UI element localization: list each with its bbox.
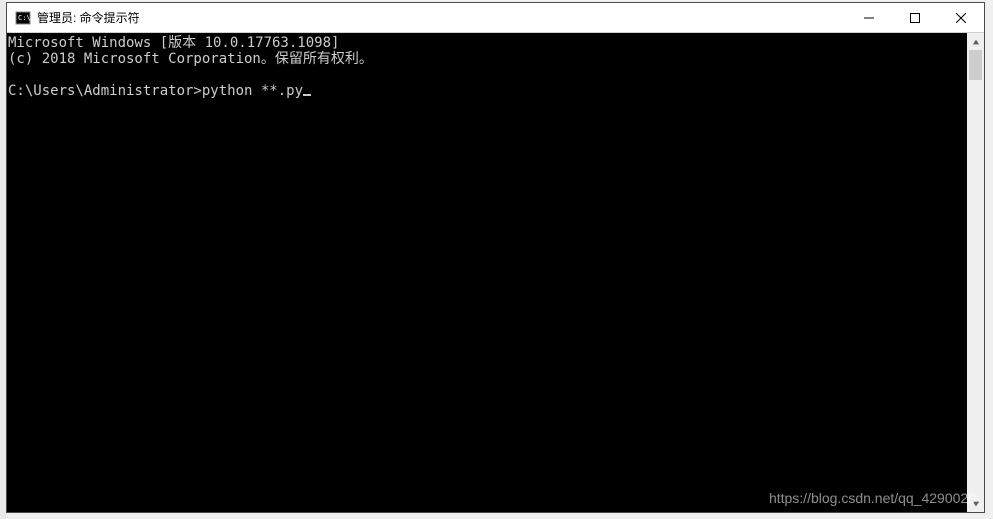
prompt-path: C:\Users\Administrator> [8, 83, 202, 99]
scroll-up-button[interactable] [967, 33, 984, 50]
minimize-button[interactable] [846, 3, 892, 32]
scroll-thumb[interactable] [969, 50, 982, 80]
cmd-window: C:\ 管理员: 命令提示符 Microsoft Windows [版本 10.… [6, 2, 985, 513]
cursor [303, 94, 311, 96]
client-area: Microsoft Windows [版本 10.0.17763.1098] (… [7, 33, 984, 512]
close-button[interactable] [938, 3, 984, 32]
output-line: Microsoft Windows [版本 10.0.17763.1098] [8, 35, 339, 51]
maximize-button[interactable] [892, 3, 938, 32]
vertical-scrollbar[interactable] [967, 33, 984, 512]
scroll-down-button[interactable] [967, 495, 984, 512]
svg-text:C:\: C:\ [18, 14, 31, 22]
scroll-track[interactable] [967, 50, 984, 495]
cmd-icon: C:\ [15, 10, 31, 26]
window-controls [846, 3, 984, 32]
typed-command: python **.py [202, 83, 303, 99]
output-line: (c) 2018 Microsoft Corporation。保留所有权利。 [8, 51, 373, 67]
terminal-output[interactable]: Microsoft Windows [版本 10.0.17763.1098] (… [7, 33, 967, 512]
window-title: 管理员: 命令提示符 [37, 9, 846, 26]
titlebar[interactable]: C:\ 管理员: 命令提示符 [7, 3, 984, 33]
